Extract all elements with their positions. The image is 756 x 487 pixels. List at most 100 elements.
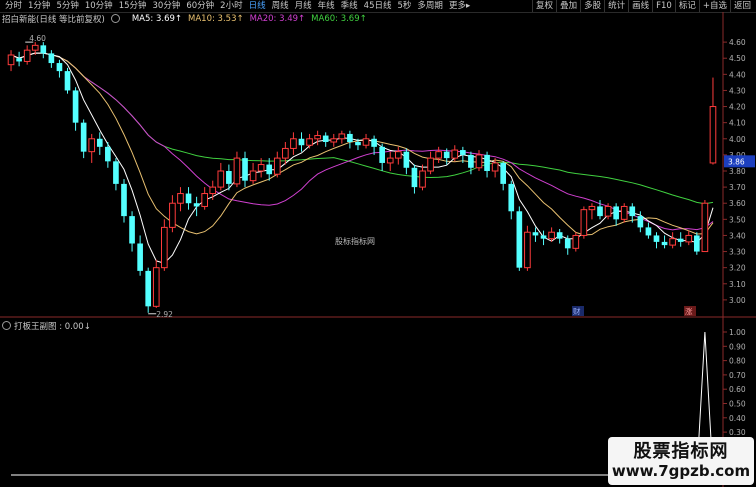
price-tick-label: 3.60 <box>729 199 746 208</box>
candle-body-down <box>355 142 361 146</box>
candle-body-down <box>540 235 547 239</box>
price-tick-label: 3.00 <box>729 296 746 305</box>
candle-body-down <box>411 167 418 188</box>
candle-body-up <box>201 193 208 207</box>
candle-body-up <box>394 151 402 159</box>
candle-body-up <box>669 238 676 246</box>
candle-body-down <box>460 150 466 155</box>
candle-body-up <box>386 157 394 164</box>
candle-body-down <box>468 154 474 168</box>
candle-body-up <box>580 209 588 236</box>
kline-chart[interactable]: 4.604.504.404.304.204.104.003.903.803.70… <box>0 0 756 487</box>
price-tick-label: 3.70 <box>729 183 746 192</box>
price-tick-label: 4.20 <box>729 103 746 112</box>
candle-body-up <box>282 147 289 159</box>
candle-body-up <box>491 162 499 172</box>
candle-body-up <box>31 44 39 51</box>
price-tick-label: 4.00 <box>729 135 746 144</box>
candle-body-up <box>88 138 96 153</box>
candle-body-down <box>80 122 87 152</box>
candle-body-up <box>620 205 628 220</box>
candle-body-down <box>226 171 232 184</box>
center-watermark: 股标指标网 <box>335 237 375 246</box>
candle-body-down <box>516 211 523 268</box>
candle-body-down <box>532 232 539 236</box>
candle-body-down <box>242 158 248 181</box>
sub-tick-label: 0.70 <box>729 371 746 380</box>
last-price-label: 3.86 <box>728 157 745 166</box>
candle-body-up <box>548 231 555 240</box>
candle-body-up <box>709 106 717 164</box>
price-tick-label: 3.30 <box>729 248 746 257</box>
sub-tick-label: 0.90 <box>729 342 746 351</box>
candle-body-up <box>7 54 15 66</box>
candle-body-up <box>249 170 257 182</box>
candle-body-up <box>427 157 434 172</box>
low-marker-label: 2.92 <box>156 310 173 319</box>
candle-body-up <box>23 49 31 62</box>
price-tick-label: 4.50 <box>729 54 746 63</box>
candle-body-up <box>362 138 370 146</box>
candle-body-down <box>484 154 490 171</box>
candle-body-down <box>121 183 127 217</box>
candle-body-up <box>306 138 313 146</box>
candle-body-down <box>72 90 79 123</box>
candle-body-down <box>129 216 135 244</box>
candle-body-down <box>193 203 200 207</box>
candle-body-down <box>347 133 353 142</box>
high-marker-label: 4.60 <box>29 34 46 43</box>
candle-body-down <box>403 151 410 168</box>
zhang-marker-label: 涨 <box>685 306 693 316</box>
candle-body-up <box>572 234 580 249</box>
price-tick-label: 3.40 <box>729 231 746 240</box>
candle-body-down <box>105 146 111 162</box>
candle-body-up <box>209 186 217 195</box>
candle-body-down <box>653 235 660 242</box>
candle-body-up <box>273 157 281 175</box>
price-tick-label: 4.40 <box>729 70 746 79</box>
candle-body-down <box>64 71 71 91</box>
candle-body-down <box>371 138 377 147</box>
price-tick-label: 4.10 <box>729 119 746 128</box>
candle-body-up <box>169 202 176 228</box>
candle-body-down <box>556 232 563 239</box>
candle-body-down <box>661 241 668 246</box>
price-tick-label: 3.80 <box>729 167 746 176</box>
candle-body-down <box>508 183 515 212</box>
sub-tick-label: 0.60 <box>729 385 746 394</box>
candle-body-down <box>613 206 619 220</box>
candle-body-down <box>379 146 385 163</box>
fin-marker-label: 财 <box>573 306 581 316</box>
ma5-line <box>10 52 714 264</box>
candle-body-up <box>233 157 241 185</box>
candle-body-down <box>40 45 47 54</box>
candle-body-up <box>330 138 338 143</box>
sub-tick-label: 0.40 <box>729 414 746 423</box>
candle-body-down <box>629 206 636 217</box>
candle-body-up <box>177 193 184 204</box>
candle-body-up <box>257 164 265 172</box>
brand-line2: www.7gpzb.com <box>611 462 751 480</box>
candle-body-down <box>322 135 329 142</box>
candle-body-up <box>152 267 160 307</box>
candle-body-up <box>161 226 168 269</box>
candle-body-down <box>113 161 119 184</box>
candle-body-down <box>96 138 103 147</box>
candle-body-down <box>694 235 700 252</box>
candle-body-up <box>314 135 321 140</box>
candle-body-up <box>451 149 459 159</box>
candle-body-up <box>701 202 709 253</box>
brand-line1: 股票指标网 <box>633 441 729 462</box>
candle-body-down <box>597 206 603 217</box>
candle-body-down <box>564 238 571 249</box>
candle-body-up <box>685 234 693 243</box>
candle-body-down <box>137 243 143 271</box>
candle-body-down <box>637 216 644 228</box>
candle-body-down <box>16 58 22 62</box>
sub-tick-label: 0.30 <box>729 428 746 437</box>
candle-body-up <box>604 205 612 217</box>
candle-body-up <box>419 170 426 188</box>
candle-body-down <box>645 227 652 236</box>
price-tick-label: 3.10 <box>729 280 746 289</box>
candle-body-up <box>588 205 596 211</box>
